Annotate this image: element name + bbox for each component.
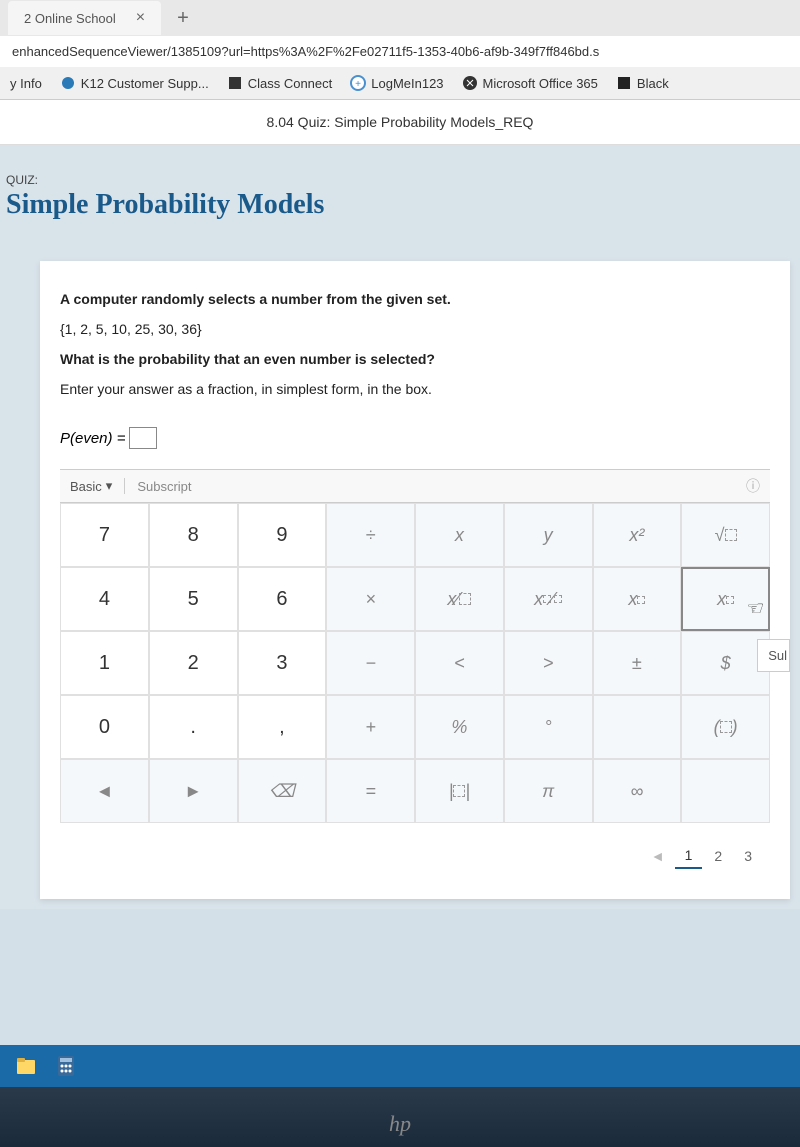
calc-key-9[interactable]: 9	[238, 503, 327, 567]
calc-key-8[interactable]: 8	[149, 503, 238, 567]
browser-tab[interactable]: 2 Online School ×	[8, 1, 161, 35]
calc-key-0[interactable]: 0	[60, 695, 149, 759]
calculator-app-icon[interactable]	[50, 1050, 82, 1082]
calc-key-minus[interactable]: −	[326, 631, 415, 695]
question-set: {1, 2, 5, 10, 25, 30, 36}	[60, 321, 770, 337]
calc-subscript-tab[interactable]: Subscript	[125, 479, 191, 494]
new-tab-button[interactable]: +	[165, 7, 201, 30]
bookmark-icon: +	[350, 75, 366, 91]
calc-key-degree[interactable]: °	[504, 695, 593, 759]
answer-label: P(even) =	[60, 430, 125, 447]
calc-key-divide[interactable]: ÷	[326, 503, 415, 567]
calc-help-icon[interactable]: ⓘ	[746, 476, 760, 496]
pagination: ◄ 1 2 3	[60, 823, 770, 879]
quiz-label: QUIZ:	[0, 155, 800, 189]
bookmark-label: Class Connect	[248, 76, 333, 91]
submit-button-peek[interactable]: Sul	[757, 639, 790, 672]
bookmark-icon	[60, 75, 76, 91]
calc-key-left[interactable]: ◄	[60, 759, 149, 823]
hp-logo: hp	[389, 1111, 411, 1137]
bookmarks-bar: y Info K12 Customer Supp... Class Connec…	[0, 67, 800, 100]
calc-key-2[interactable]: 2	[149, 631, 238, 695]
chevron-down-icon: ▾	[106, 478, 113, 494]
svg-text:+: +	[355, 79, 361, 90]
calc-key-1[interactable]: 1	[60, 631, 149, 695]
calc-key-4[interactable]: 4	[60, 567, 149, 631]
question-line3: What is the probability that an even num…	[60, 351, 770, 367]
file-explorer-icon[interactable]	[10, 1050, 42, 1082]
calc-key-plus[interactable]: +	[326, 695, 415, 759]
bookmark-info[interactable]: y Info	[10, 76, 42, 91]
calc-key-dot[interactable]: .	[149, 695, 238, 759]
laptop-bezel: hp	[0, 1087, 800, 1147]
calc-key-6[interactable]: 6	[238, 567, 327, 631]
calc-key-gt[interactable]: >	[504, 631, 593, 695]
calc-key-5[interactable]: 5	[149, 567, 238, 631]
answer-row: P(even) =	[60, 427, 770, 449]
bookmark-icon	[227, 75, 243, 91]
calc-key-comma[interactable]: ,	[238, 695, 327, 759]
calc-key-blank1[interactable]	[593, 695, 682, 759]
quiz-header: 8.04 Quiz: Simple Probability Models_REQ	[0, 100, 800, 145]
bookmark-k12[interactable]: K12 Customer Supp...	[60, 75, 209, 91]
calculator-toolbar: Basic ▾ Subscript ⓘ	[60, 469, 770, 503]
quiz-header-text: 8.04 Quiz: Simple Probability Models_REQ	[267, 114, 534, 130]
calc-key-equals[interactable]: =	[326, 759, 415, 823]
calc-key-backspace[interactable]: ⌫	[238, 759, 327, 823]
bookmark-label: K12 Customer Supp...	[81, 76, 209, 91]
page-prev[interactable]: ◄	[643, 844, 673, 868]
calculator-keypad: 7 8 9 ÷ x y x² √ 4 5 6 × x⁄ x ⁄ x x ☜ 1 …	[60, 503, 770, 823]
calc-key-parens[interactable]: ()	[681, 695, 770, 759]
calc-key-right[interactable]: ►	[149, 759, 238, 823]
main-content: 8.04 Quiz: Simple Probability Models_REQ…	[0, 100, 800, 1060]
calc-key-abs[interactable]: ||	[415, 759, 504, 823]
quiz-title: Simple Probability Models	[0, 189, 800, 241]
page-content: QUIZ: Simple Probability Models A comput…	[0, 145, 800, 909]
calc-key-pi[interactable]: π	[504, 759, 593, 823]
calc-mode-label: Basic	[70, 479, 102, 494]
calc-key-y[interactable]: y	[504, 503, 593, 567]
calc-key-lt[interactable]: <	[415, 631, 504, 695]
calc-key-percent[interactable]: %	[415, 695, 504, 759]
bookmark-logmein[interactable]: + LogMeIn123	[350, 75, 443, 91]
question-line1: A computer randomly selects a number fro…	[60, 291, 770, 307]
answer-input[interactable]	[129, 427, 157, 449]
url-bar[interactable]: enhancedSequenceViewer/1385109?url=https…	[0, 36, 800, 67]
cursor-hand-icon: ☜	[744, 596, 762, 621]
calc-key-multiply[interactable]: ×	[326, 567, 415, 631]
close-tab-icon[interactable]: ×	[136, 9, 145, 27]
calc-key-7[interactable]: 7	[60, 503, 149, 567]
bookmark-icon	[616, 75, 632, 91]
calc-key-fraction[interactable]: x⁄	[415, 567, 504, 631]
bookmark-label: Black	[637, 76, 669, 91]
question-card: A computer randomly selects a number fro…	[40, 261, 790, 899]
bookmark-office[interactable]: Microsoft Office 365	[462, 75, 598, 91]
calc-key-infinity[interactable]: ∞	[593, 759, 682, 823]
url-text: enhancedSequenceViewer/1385109?url=https…	[12, 44, 599, 59]
bookmark-icon	[462, 75, 478, 91]
browser-tab-bar: 2 Online School × +	[0, 0, 800, 36]
bookmark-black[interactable]: Black	[616, 75, 669, 91]
calc-key-blank2[interactable]	[681, 759, 770, 823]
calc-key-plusminus[interactable]: ±	[593, 631, 682, 695]
page-2[interactable]: 2	[704, 844, 732, 868]
windows-taskbar[interactable]	[0, 1045, 800, 1087]
calc-key-subscript[interactable]: x ☜	[681, 567, 770, 631]
page-3[interactable]: 3	[734, 844, 762, 868]
page-1[interactable]: 1	[675, 843, 703, 869]
calc-key-power[interactable]: x	[593, 567, 682, 631]
bookmark-label: y Info	[10, 76, 42, 91]
calc-key-sqrt[interactable]: √	[681, 503, 770, 567]
tab-title: 2 Online School	[24, 11, 116, 26]
bookmark-label: LogMeIn123	[371, 76, 443, 91]
bookmark-label: Microsoft Office 365	[483, 76, 598, 91]
bookmark-classconnect[interactable]: Class Connect	[227, 75, 333, 91]
calc-key-3[interactable]: 3	[238, 631, 327, 695]
calc-key-x[interactable]: x	[415, 503, 504, 567]
calc-mode-dropdown[interactable]: Basic ▾	[70, 478, 125, 494]
calc-key-xsquared[interactable]: x²	[593, 503, 682, 567]
calc-key-mixed[interactable]: x ⁄	[504, 567, 593, 631]
question-line4: Enter your answer as a fraction, in simp…	[60, 381, 770, 397]
